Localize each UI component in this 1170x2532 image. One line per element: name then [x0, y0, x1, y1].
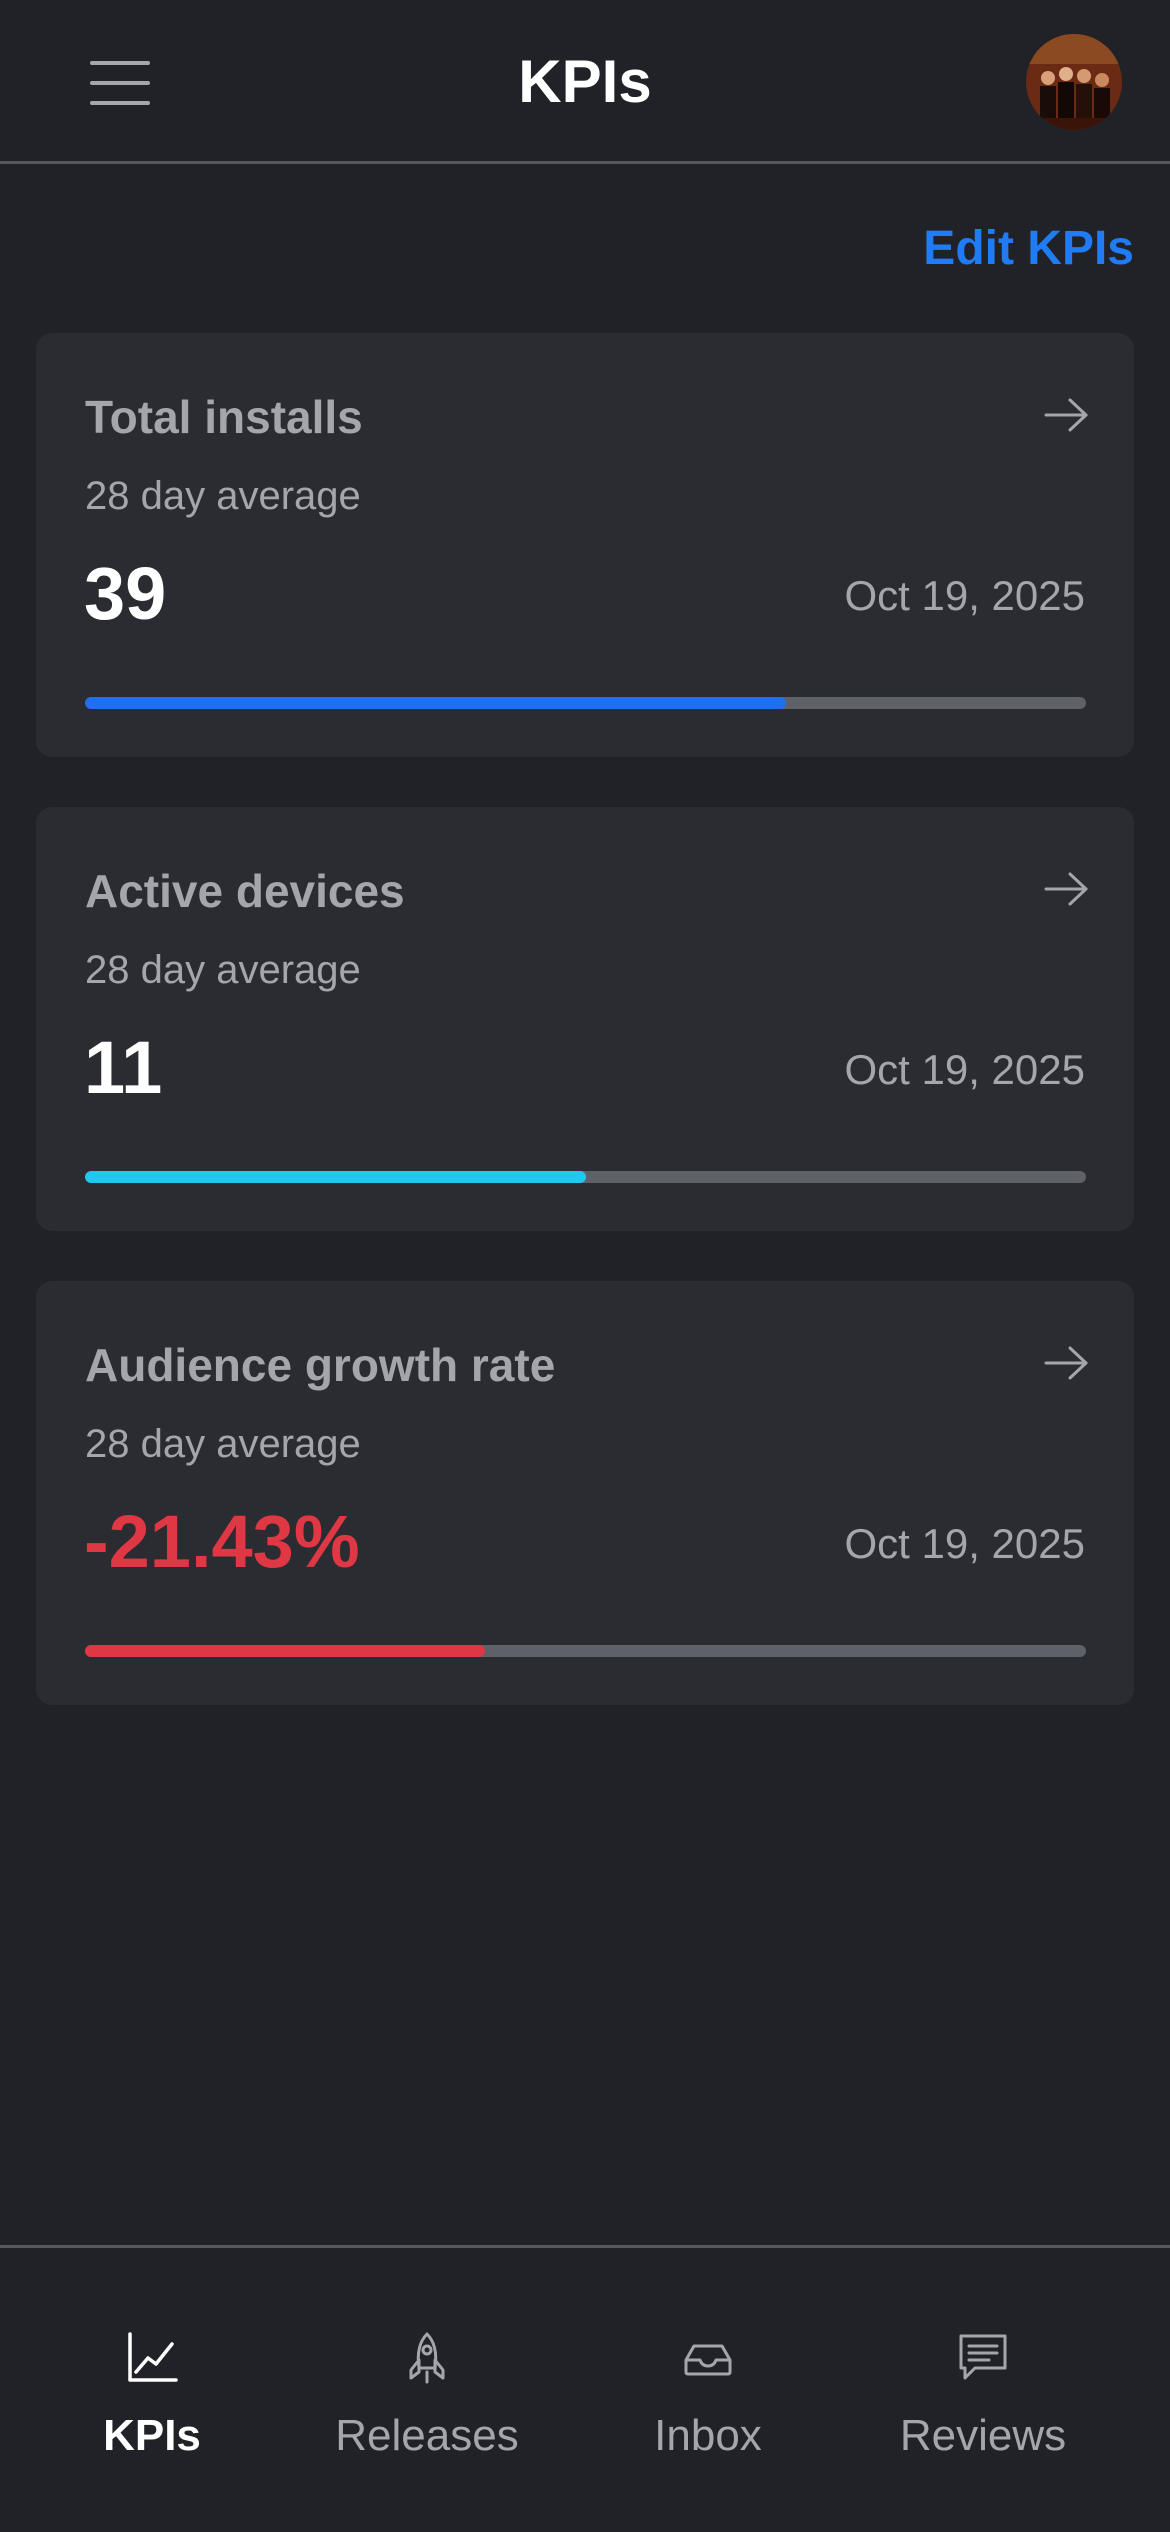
kpi-card-title: Total installs	[85, 391, 363, 443]
kpi-progress-fill	[85, 1171, 586, 1183]
kpi-card-audience-growth-rate[interactable]: Audience growth rate 28 day average -21.…	[36, 1281, 1134, 1705]
rocket-icon	[409, 2332, 445, 2384]
kpi-progress-bar	[85, 1171, 1086, 1183]
arrow-right-icon	[1044, 1346, 1088, 1380]
tab-inbox[interactable]: Inbox	[568, 2328, 848, 2488]
tab-label: Inbox	[654, 2411, 762, 2460]
kpi-card-value: 11	[84, 1026, 163, 1109]
kpi-card-value: 39	[84, 552, 167, 635]
top-bar: KPIs	[0, 0, 1170, 164]
tab-label: Reviews	[899, 2411, 1067, 2460]
page-title: KPIs	[518, 48, 652, 115]
line-chart-icon	[128, 2332, 178, 2382]
user-avatar[interactable]	[1026, 34, 1122, 130]
kpi-progress-bar	[85, 697, 1086, 709]
kpi-card-total-installs[interactable]: Total installs 28 day average 39 Oct 19,…	[36, 333, 1134, 757]
kpi-card-subtitle: 28 day average	[85, 1422, 361, 1466]
tab-label: KPIs	[103, 2411, 201, 2460]
kpi-progress-fill	[85, 1645, 486, 1657]
kpi-card-title: Audience growth rate	[85, 1339, 556, 1391]
edit-kpis-link[interactable]: Edit KPIs	[923, 218, 1134, 280]
arrow-right-icon	[1044, 398, 1088, 432]
tab-label: Releases	[335, 2411, 519, 2460]
inbox-tray-icon	[684, 2344, 732, 2376]
kpi-card-date: Oct 19, 2025	[844, 572, 1086, 619]
kpi-progress-bar	[85, 1645, 1086, 1657]
kpi-card-subtitle: 28 day average	[85, 474, 361, 518]
tab-releases[interactable]: Releases	[287, 2328, 567, 2488]
tab-kpis[interactable]: KPIs	[12, 2328, 292, 2488]
kpi-card-subtitle: 28 day average	[85, 948, 361, 992]
bottom-tab-bar: KPIs Releases Inbox Reviews	[0, 2245, 1170, 2532]
app-root: KPIs Edit KPIs Total installs 28 day ave…	[0, 0, 1170, 2532]
kpi-card-date: Oct 19, 2025	[844, 1046, 1086, 1093]
avatar-image	[1026, 34, 1122, 130]
tab-reviews[interactable]: Reviews	[843, 2328, 1123, 2488]
kpi-card-title: Active devices	[85, 865, 405, 917]
arrow-right-icon	[1044, 872, 1088, 906]
kpi-progress-fill	[85, 697, 786, 709]
kpi-card-date: Oct 19, 2025	[844, 1520, 1086, 1567]
message-lines-icon	[959, 2334, 1007, 2380]
kpi-card-value: -21.43%	[84, 1500, 360, 1583]
kpi-card-active-devices[interactable]: Active devices 28 day average 11 Oct 19,…	[36, 807, 1134, 1231]
